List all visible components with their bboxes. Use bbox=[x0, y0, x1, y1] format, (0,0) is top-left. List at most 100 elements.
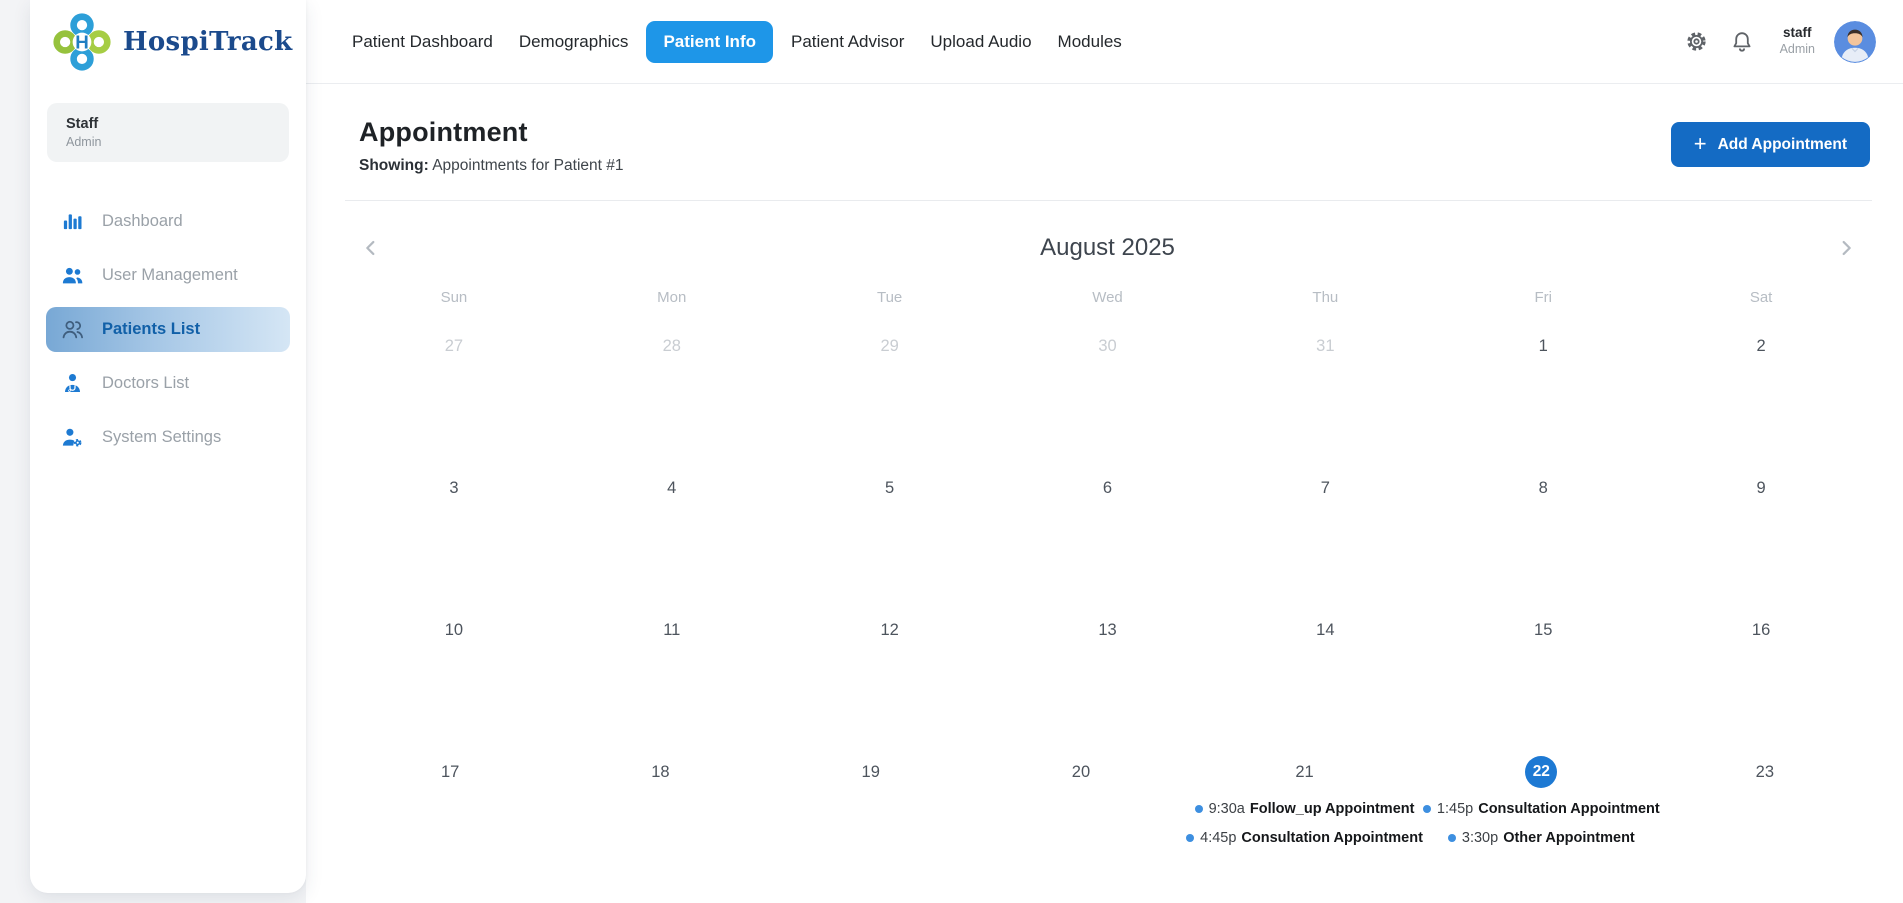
calendar-date-number: 14 bbox=[1216, 614, 1434, 646]
calendar-event[interactable]: 1:45pConsultation Appointment bbox=[1423, 801, 1660, 817]
calendar-day-cell-6[interactable]: 6 bbox=[999, 448, 1217, 590]
calendar-day-cell-11[interactable]: 11 bbox=[563, 590, 781, 732]
sidebar: H HospiTrack Staff Admin DashboardUser M… bbox=[30, 0, 306, 893]
profile-role: Admin bbox=[66, 135, 270, 149]
top-nav-item-upload-audio[interactable]: Upload Audio bbox=[917, 21, 1044, 63]
gear-icon[interactable] bbox=[1684, 29, 1710, 55]
top-nav-item-patient-advisor[interactable]: Patient Advisor bbox=[778, 21, 917, 63]
top-navigation-bar: Patient DashboardDemographicsPatient Inf… bbox=[306, 0, 1903, 84]
top-nav: Patient DashboardDemographicsPatient Inf… bbox=[339, 21, 1135, 63]
calendar-day-cell-28[interactable]: 28 bbox=[563, 306, 781, 448]
sidebar-item-doctors-list[interactable]: Doctors List bbox=[46, 361, 290, 406]
calendar-day-header-wed: Wed bbox=[999, 289, 1217, 306]
calendar-day-cell-9[interactable]: 9 bbox=[1652, 448, 1870, 590]
calendar-day-cell-23[interactable]: 23 bbox=[1660, 732, 1870, 874]
calendar-date-number: 27 bbox=[345, 330, 563, 362]
calendar-date-number: 10 bbox=[345, 614, 563, 646]
calendar-day-cell-7[interactable]: 7 bbox=[1216, 448, 1434, 590]
calendar-day-cell-21[interactable]: 21 9:30aFollow_up Appointment 4:45p Consult… bbox=[1186, 732, 1423, 874]
showing-value: Appointments for Patient #1 bbox=[432, 157, 623, 174]
calendar-event[interactable]: 3:30pOther Appointment bbox=[1423, 830, 1660, 846]
calendar-date-number: 8 bbox=[1434, 472, 1652, 504]
calendar-date-number: 4 bbox=[563, 472, 781, 504]
calendar-day-cell-17[interactable]: 17 bbox=[345, 732, 555, 874]
top-nav-item-patient-info[interactable]: Patient Info bbox=[646, 21, 773, 63]
sidebar-item-user-management[interactable]: User Management bbox=[46, 253, 290, 298]
event-dot-icon bbox=[1186, 834, 1194, 842]
bell-icon[interactable] bbox=[1729, 29, 1755, 55]
calendar-day-cell-8[interactable]: 8 bbox=[1434, 448, 1652, 590]
page-header: Appointment Showing: Appointments for Pa… bbox=[306, 84, 1903, 175]
calendar-date-number: 7 bbox=[1216, 472, 1434, 504]
calendar-event[interactable]: 4:45p Consultation Appointment bbox=[1186, 830, 1423, 846]
event-dot-icon bbox=[1423, 805, 1431, 813]
calendar-day-cell-12[interactable]: 12 bbox=[781, 590, 999, 732]
calendar-day-cell-29[interactable]: 29 bbox=[781, 306, 999, 448]
top-nav-item-modules[interactable]: Modules bbox=[1045, 21, 1135, 63]
brand[interactable]: H HospiTrack bbox=[30, 0, 306, 78]
topbar-user-block: staff Admin bbox=[1780, 25, 1815, 58]
calendar-day-header-thu: Thu bbox=[1216, 289, 1434, 306]
top-nav-item-patient-dashboard[interactable]: Patient Dashboard bbox=[339, 21, 506, 63]
calendar-day-headers: SunMonTueWedThuFriSat bbox=[345, 289, 1870, 306]
topbar-user-role: Admin bbox=[1780, 42, 1815, 58]
users-icon bbox=[60, 263, 85, 288]
calendar-date-number: 28 bbox=[563, 330, 781, 362]
calendar-prev-icon[interactable] bbox=[355, 232, 387, 264]
calendar-day-cell-16[interactable]: 16 bbox=[1652, 590, 1870, 732]
sidebar-item-label: Doctors List bbox=[102, 374, 189, 393]
calendar-week-row: 272829303112 bbox=[345, 306, 1870, 448]
patients-outline-icon bbox=[60, 317, 85, 342]
sidebar-nav: Dashboard User Management Patients List Doc… bbox=[30, 199, 306, 460]
calendar-week-row: 3456789 bbox=[345, 448, 1870, 590]
calendar-date-number: 13 bbox=[999, 614, 1217, 646]
calendar-next-icon[interactable] bbox=[1830, 232, 1862, 264]
header-divider bbox=[345, 200, 1872, 201]
calendar-date-number: 9 bbox=[1652, 472, 1870, 504]
calendar-day-cell-3[interactable]: 3 bbox=[345, 448, 563, 590]
calendar-day-cell-31[interactable]: 31 bbox=[1216, 306, 1434, 448]
event-dot-icon bbox=[1448, 834, 1456, 842]
bar-chart-icon bbox=[60, 209, 85, 234]
calendar-date-number: 20 bbox=[976, 756, 1186, 788]
calendar-day-cell-27[interactable]: 27 bbox=[345, 306, 563, 448]
svg-text:H: H bbox=[75, 32, 89, 53]
calendar-date-number: 21 bbox=[1186, 756, 1423, 788]
calendar-day-cell-5[interactable]: 5 bbox=[781, 448, 999, 590]
calendar-event[interactable]: 9:30aFollow_up Appointment bbox=[1186, 801, 1423, 817]
calendar-day-cell-1[interactable]: 1 bbox=[1434, 306, 1652, 448]
calendar-date-number: 18 bbox=[555, 756, 765, 788]
sidebar-item-patients-list[interactable]: Patients List bbox=[46, 307, 290, 352]
sidebar-item-dashboard[interactable]: Dashboard bbox=[46, 199, 290, 244]
calendar-day-cell-20[interactable]: 20 bbox=[976, 732, 1186, 874]
calendar-date-number: 3 bbox=[345, 472, 563, 504]
calendar-day-cell-19[interactable]: 19 bbox=[766, 732, 976, 874]
calendar-day-cell-10[interactable]: 10 bbox=[345, 590, 563, 732]
event-title: Consultation Appointment bbox=[1241, 830, 1423, 846]
calendar-day-cell-13[interactable]: 13 bbox=[999, 590, 1217, 732]
top-nav-item-demographics[interactable]: Demographics bbox=[506, 21, 642, 63]
sidebar-item-system-settings[interactable]: System Settings bbox=[46, 415, 290, 460]
event-time: 4:45p bbox=[1200, 830, 1236, 846]
calendar-day-cell-18[interactable]: 18 bbox=[555, 732, 765, 874]
calendar-date-number: 29 bbox=[781, 330, 999, 362]
calendar-weeks: 2728293031123456789101112131415161718192… bbox=[345, 306, 1870, 874]
calendar-week-row: 1718192021 9:30aFollow_up Appointment 4:45… bbox=[345, 732, 1870, 874]
calendar-day-cell-30[interactable]: 30 bbox=[999, 306, 1217, 448]
calendar-header: August 2025 bbox=[345, 230, 1870, 266]
calendar-day-cell-15[interactable]: 15 bbox=[1434, 590, 1652, 732]
calendar-day-header-fri: Fri bbox=[1434, 289, 1652, 306]
event-time: 9:30a bbox=[1209, 801, 1245, 817]
calendar-week-row: 10111213141516 bbox=[345, 590, 1870, 732]
calendar-date-number: 22 bbox=[1423, 756, 1660, 788]
calendar-date-number: 17 bbox=[345, 756, 555, 788]
sidebar-item-label: Dashboard bbox=[102, 212, 183, 231]
calendar-day-cell-2[interactable]: 2 bbox=[1652, 306, 1870, 448]
avatar[interactable] bbox=[1834, 21, 1876, 63]
calendar-day-cell-14[interactable]: 14 bbox=[1216, 590, 1434, 732]
add-appointment-button[interactable]: + Add Appointment bbox=[1671, 122, 1870, 167]
calendar-day-cell-22[interactable]: 22 1:45pConsultation Appointment 3:30pOthe… bbox=[1423, 732, 1660, 874]
calendar-day-cell-4[interactable]: 4 bbox=[563, 448, 781, 590]
calendar-date-number: 5 bbox=[781, 472, 999, 504]
calendar-date-number: 2 bbox=[1652, 330, 1870, 362]
